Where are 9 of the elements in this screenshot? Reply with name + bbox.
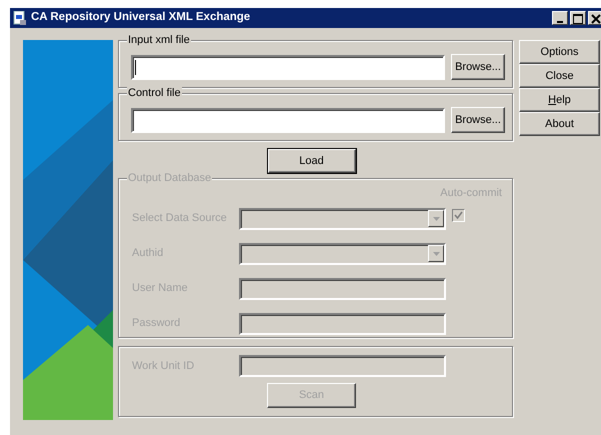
load-button[interactable]: Load <box>268 149 356 173</box>
side-button[interactable]: Options <box>519 40 600 64</box>
side-button[interactable]: About <box>519 112 600 136</box>
window-title: CA Repository Universal XML Exchange <box>31 10 250 26</box>
group-label: Input xml file <box>127 33 191 47</box>
browse-button[interactable]: Browse... <box>451 54 505 80</box>
side-button[interactable]: Close <box>519 64 600 88</box>
side-button[interactable]: Help <box>519 88 600 112</box>
browse-button[interactable]: Browse... <box>451 107 505 133</box>
